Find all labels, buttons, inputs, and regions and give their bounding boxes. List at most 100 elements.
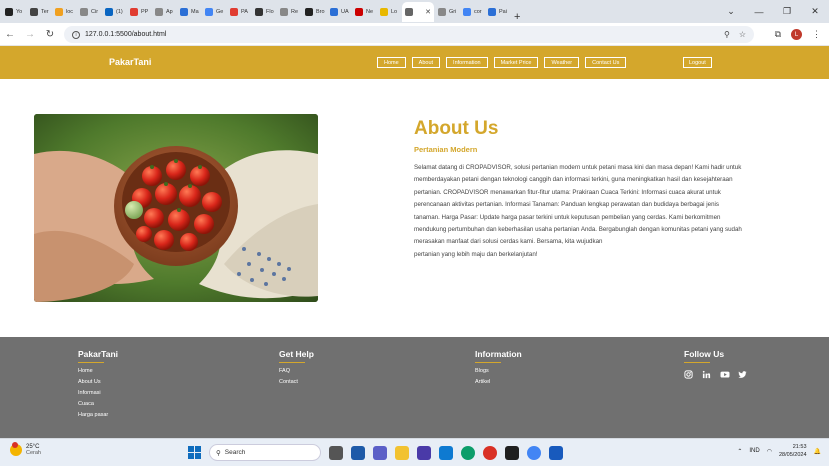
teams-icon[interactable] bbox=[373, 445, 387, 460]
browser-tab[interactable]: Ap bbox=[152, 2, 176, 22]
tab-favicon-icon bbox=[255, 7, 263, 16]
footer-link-faq[interactable]: FAQ bbox=[279, 366, 314, 377]
browser-tab[interactable]: Gri bbox=[435, 2, 459, 22]
about-line: perencanaan aktivitas pertanian. Informa… bbox=[414, 201, 720, 209]
close-tab-icon[interactable]: ✕ bbox=[425, 8, 431, 16]
browser-tab[interactable]: ✕ bbox=[402, 1, 434, 22]
browser-tab[interactable]: Flo bbox=[252, 2, 276, 22]
nav-information[interactable]: Information bbox=[446, 57, 488, 68]
browser-tab[interactable]: Ma bbox=[177, 2, 201, 22]
footer-link-artikel[interactable]: Artikel bbox=[475, 377, 522, 388]
tab-favicon-icon bbox=[280, 7, 288, 16]
browser-tab[interactable]: PP bbox=[127, 2, 151, 22]
menu-dots-icon[interactable]: ⋮ bbox=[812, 29, 821, 40]
url-field[interactable]: i 127.0.0.1:5500/about.html ⚲ ☆ bbox=[64, 26, 754, 43]
browser-tab[interactable]: Bro bbox=[302, 2, 326, 22]
browser-tab[interactable]: PA bbox=[227, 2, 251, 22]
about-title: About Us bbox=[414, 118, 499, 139]
browser-tab[interactable]: (1) bbox=[102, 2, 126, 22]
about-subtitle: Pertanian Modern bbox=[414, 145, 478, 154]
tab-title: Gri bbox=[449, 8, 457, 15]
reload-icon[interactable]: ↻ bbox=[40, 29, 60, 40]
footer-link-blogs[interactable]: Blogs bbox=[475, 366, 522, 377]
wifi-icon[interactable]: ◠ bbox=[767, 448, 772, 455]
browser-tab[interactable]: Re bbox=[277, 2, 301, 22]
tab-favicon-icon bbox=[438, 7, 446, 16]
store-icon[interactable] bbox=[351, 445, 365, 460]
footer-link-cuaca[interactable]: Cuaca bbox=[78, 399, 118, 410]
restore-icon[interactable]: ❐ bbox=[773, 6, 801, 17]
logout-button[interactable]: Logout bbox=[683, 57, 712, 68]
web-page: PakarTani Home About Information Market … bbox=[0, 46, 829, 438]
footer-link-informasi[interactable]: Informasi bbox=[78, 388, 118, 399]
tab-favicon-icon bbox=[330, 7, 338, 16]
forward-icon[interactable]: → bbox=[20, 29, 40, 40]
minimize-icon[interactable]: — bbox=[745, 7, 773, 17]
windows-start-icon[interactable] bbox=[188, 446, 201, 459]
browser-tab[interactable]: Lo bbox=[377, 2, 401, 22]
terminal-icon[interactable] bbox=[505, 445, 519, 460]
footer-link-contact[interactable]: Contact bbox=[279, 377, 314, 388]
profile-avatar[interactable]: L bbox=[791, 29, 802, 40]
tab-search-icon[interactable]: ⌄ bbox=[717, 6, 745, 17]
task-view-icon[interactable] bbox=[329, 445, 343, 460]
weather-widget[interactable]: 25°C Cerah bbox=[10, 442, 41, 456]
file-explorer-icon[interactable] bbox=[395, 445, 409, 460]
language-indicator[interactable]: IND bbox=[749, 448, 759, 454]
twitter-icon[interactable] bbox=[738, 366, 747, 378]
nav-home[interactable]: Home bbox=[377, 57, 406, 68]
tab-title: PA bbox=[241, 8, 248, 15]
back-icon[interactable]: ← bbox=[0, 29, 20, 40]
linkedin-icon[interactable] bbox=[702, 366, 711, 379]
taskbar-apps: ⚲ Search bbox=[188, 444, 563, 461]
footer-link-harga-pasar[interactable]: Harga pasar bbox=[78, 410, 118, 421]
app-icon[interactable] bbox=[417, 445, 431, 460]
browser-tab[interactable]: cor bbox=[460, 2, 484, 22]
chrome-icon[interactable] bbox=[483, 445, 497, 460]
tab-favicon-icon bbox=[155, 7, 163, 16]
browser-tab[interactable]: Ter bbox=[27, 2, 51, 22]
nav-about[interactable]: About bbox=[411, 57, 441, 68]
nav-contact[interactable]: Contact Us bbox=[585, 57, 627, 68]
tab-title: Ge bbox=[216, 8, 224, 15]
clock[interactable]: 21:53 28/05/2024 bbox=[779, 443, 807, 459]
nav-market-price[interactable]: Market Price bbox=[493, 57, 539, 68]
youtube-icon[interactable] bbox=[720, 366, 730, 378]
about-line: memberdayakan petani dengan teknologi ca… bbox=[414, 176, 733, 184]
taskbar-search[interactable]: ⚲ Search bbox=[209, 444, 321, 461]
about-line: Selamat datang di CROPADVISOR, solusi pe… bbox=[414, 164, 742, 171]
browser-tab[interactable]: Yo bbox=[2, 2, 26, 22]
tab-favicon-icon bbox=[180, 7, 188, 16]
vscode-icon[interactable] bbox=[439, 445, 453, 460]
edge-icon[interactable] bbox=[461, 445, 475, 460]
hands-holding-tomatoes-image bbox=[34, 114, 318, 302]
chrome-profile-icon[interactable] bbox=[527, 445, 541, 460]
footer-link-about[interactable]: About Us bbox=[78, 377, 118, 388]
site-brand[interactable]: PakarTani bbox=[109, 57, 151, 67]
close-window-icon[interactable]: ✕ bbox=[801, 6, 829, 17]
word-icon[interactable] bbox=[549, 445, 563, 460]
notification-bell-icon[interactable]: 🔔 bbox=[814, 448, 821, 455]
browser-tab[interactable]: Pai bbox=[485, 2, 509, 22]
tray-chevron-icon[interactable]: ⌃ bbox=[737, 448, 742, 455]
bookmark-star-icon[interactable]: ☆ bbox=[739, 30, 746, 39]
footer-information-title: Information bbox=[475, 349, 522, 359]
clock-time: 21:53 bbox=[792, 444, 807, 450]
tab-favicon-icon bbox=[488, 7, 496, 16]
site-info-icon[interactable]: i bbox=[72, 30, 80, 39]
zoom-icon[interactable]: ⚲ bbox=[724, 30, 730, 39]
url-text: 127.0.0.1:5500/about.html bbox=[85, 31, 167, 38]
new-tab-icon[interactable]: + bbox=[514, 11, 520, 23]
browser-tab[interactable]: UA bbox=[327, 2, 351, 22]
browser-tab[interactable]: loc bbox=[52, 2, 76, 22]
footer-divider bbox=[684, 362, 710, 363]
social-icons bbox=[684, 366, 747, 379]
extensions-icon[interactable]: ⧉ bbox=[775, 29, 781, 40]
browser-tab[interactable]: Ne bbox=[352, 2, 376, 22]
browser-tab[interactable]: Ge bbox=[202, 2, 226, 22]
browser-tab[interactable]: Cir bbox=[77, 2, 101, 22]
instagram-icon[interactable] bbox=[684, 366, 693, 379]
footer-link-home[interactable]: Home bbox=[78, 366, 118, 377]
search-placeholder: Search bbox=[224, 449, 246, 456]
nav-weather[interactable]: Weather bbox=[544, 57, 580, 68]
